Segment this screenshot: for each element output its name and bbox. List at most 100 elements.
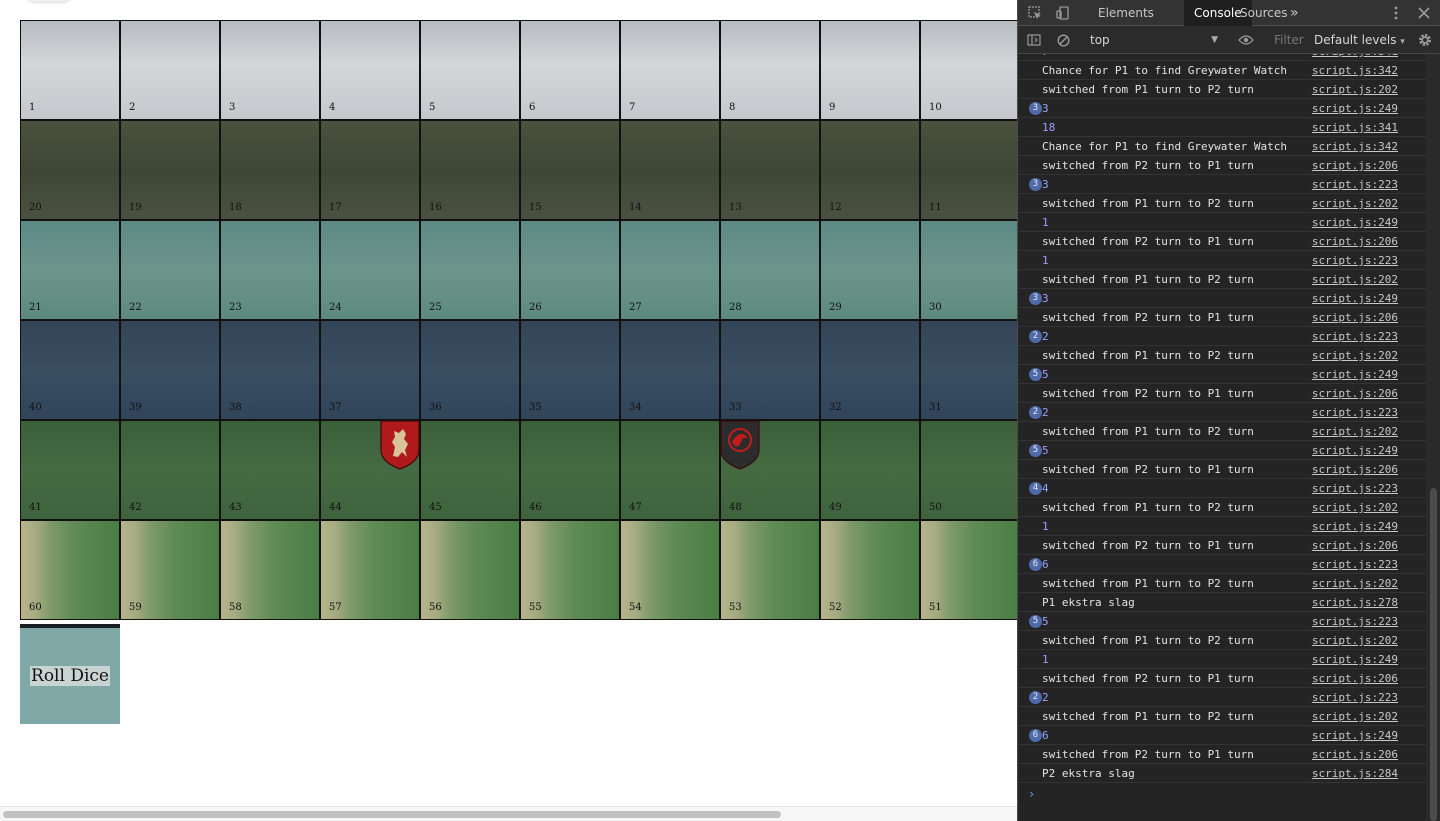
console-scrollbar-thumb[interactable] xyxy=(1430,488,1437,821)
source-link[interactable]: script.js:206 xyxy=(1312,384,1398,403)
source-link[interactable]: script.js:206 xyxy=(1312,536,1398,555)
devtools-tab-bar: Elements Console Sources » xyxy=(1018,0,1440,26)
source-link[interactable]: script.js:249 xyxy=(1312,213,1398,232)
cell-number: 25 xyxy=(429,302,442,313)
source-link[interactable]: script.js:202 xyxy=(1312,346,1398,365)
cell-number: 26 xyxy=(529,302,542,313)
source-link[interactable]: script.js:202 xyxy=(1312,422,1398,441)
source-link[interactable]: script.js:223 xyxy=(1312,327,1398,346)
source-link[interactable]: script.js:202 xyxy=(1312,80,1398,99)
console-message: switched from P1 turn to P2 turn xyxy=(1042,710,1254,723)
context-select[interactable]: top ▼ xyxy=(1084,31,1220,49)
source-link[interactable]: script.js:223 xyxy=(1312,612,1398,631)
console-message: 1 xyxy=(1042,254,1049,267)
console-vertical-scrollbar[interactable] xyxy=(1426,54,1440,821)
gear-icon[interactable] xyxy=(1416,28,1434,52)
board-cell: 27 xyxy=(620,220,720,320)
horizontal-scrollbar-thumb[interactable] xyxy=(3,811,781,818)
board-cell: 36 xyxy=(420,320,520,420)
source-link[interactable]: script.js:202 xyxy=(1312,631,1398,650)
horizontal-scrollbar[interactable] xyxy=(0,806,1017,821)
board-cell: 18 xyxy=(220,120,320,220)
source-link[interactable]: script.js:249 xyxy=(1312,726,1398,745)
cell-number: 48 xyxy=(729,502,742,513)
source-link[interactable]: script.js:249 xyxy=(1312,517,1398,536)
source-link[interactable]: script.js:284 xyxy=(1312,764,1398,783)
board-cell: 35 xyxy=(520,320,620,420)
source-link[interactable]: script.js:223 xyxy=(1312,403,1398,422)
roll-dice-button[interactable]: Roll Dice xyxy=(20,624,120,724)
chevron-down-icon: ▾ xyxy=(1400,37,1405,47)
source-link[interactable]: script.js:341 xyxy=(1312,54,1398,61)
console-log-row: 1 script.js:249 xyxy=(1018,213,1426,232)
source-link[interactable]: script.js:249 xyxy=(1312,289,1398,308)
clear-console-icon[interactable] xyxy=(1053,28,1073,52)
source-link[interactable]: script.js:202 xyxy=(1312,194,1398,213)
source-link[interactable]: script.js:202 xyxy=(1312,498,1398,517)
board-cell: 13 xyxy=(720,120,820,220)
source-link[interactable]: script.js:223 xyxy=(1312,479,1398,498)
source-link[interactable]: script.js:341 xyxy=(1312,118,1398,137)
board-cell: 8 xyxy=(720,20,820,120)
cell-number: 29 xyxy=(829,302,842,313)
console-message: Chance for P1 to find Greywater Watch xyxy=(1042,140,1288,153)
more-tabs-icon[interactable]: » xyxy=(1280,0,1309,26)
source-link[interactable]: script.js:202 xyxy=(1312,574,1398,593)
source-link[interactable]: script.js:249 xyxy=(1312,365,1398,384)
p1-lion-shield-icon xyxy=(380,420,420,470)
cell-number: 44 xyxy=(329,502,342,513)
board-cell: 10 xyxy=(920,20,1017,120)
source-link[interactable]: script.js:223 xyxy=(1312,251,1398,270)
source-link[interactable]: script.js:342 xyxy=(1312,61,1398,80)
close-icon[interactable] xyxy=(1415,0,1433,26)
console-log-row: 2 2 script.js:223 xyxy=(1018,403,1426,422)
console-message: switched from P2 turn to P1 turn xyxy=(1042,235,1254,248)
console-message: P2 ekstra slag xyxy=(1042,767,1135,780)
source-link[interactable]: script.js:206 xyxy=(1312,669,1398,688)
board-cell: 58 xyxy=(220,520,320,620)
source-link[interactable]: script.js:206 xyxy=(1312,232,1398,251)
device-toolbar-icon[interactable] xyxy=(1052,0,1074,26)
source-link[interactable]: script.js:249 xyxy=(1312,99,1398,118)
source-link[interactable]: script.js:206 xyxy=(1312,460,1398,479)
console-log-row: switched from P1 turn to P2 turn script.j… xyxy=(1018,346,1426,365)
board-cell: 2 xyxy=(120,20,220,120)
board-cell: 28 xyxy=(720,220,820,320)
console-log-row: switched from P2 turn to P1 turn script.j… xyxy=(1018,232,1426,251)
console-log-row: Chance for P1 to find Greywater Watch scr… xyxy=(1018,61,1426,80)
board-cell: 40 xyxy=(20,320,120,420)
source-link[interactable]: script.js:223 xyxy=(1312,175,1398,194)
repeat-count-badge: 3 xyxy=(1029,292,1042,305)
cell-number: 59 xyxy=(129,602,142,613)
cell-number: 43 xyxy=(229,502,242,513)
source-link[interactable]: script.js:206 xyxy=(1312,156,1398,175)
source-link[interactable]: script.js:206 xyxy=(1312,308,1398,327)
eye-icon[interactable] xyxy=(1236,28,1256,52)
tab-elements[interactable]: Elements xyxy=(1088,0,1164,26)
cell-number: 4 xyxy=(329,102,336,113)
source-link[interactable]: script.js:278 xyxy=(1312,593,1398,612)
board-cell: 17 xyxy=(320,120,420,220)
source-link[interactable]: script.js:202 xyxy=(1312,707,1398,726)
source-link[interactable]: script.js:223 xyxy=(1312,555,1398,574)
source-link[interactable]: script.js:249 xyxy=(1312,441,1398,460)
console-message: switched from P2 turn to P1 turn xyxy=(1042,539,1254,552)
inspect-element-icon[interactable] xyxy=(1024,0,1046,26)
console-message: switched from P1 turn to P2 turn xyxy=(1042,634,1254,647)
cell-number: 2 xyxy=(129,102,136,113)
log-levels-dropdown[interactable]: Default levels ▾ xyxy=(1314,31,1405,49)
cell-number: 47 xyxy=(629,502,642,513)
kebab-menu-icon[interactable] xyxy=(1388,0,1404,26)
sidebar-toggle-icon[interactable] xyxy=(1024,28,1044,52)
console-log-row: 7 script.js:341 xyxy=(1018,54,1426,61)
source-link[interactable]: script.js:223 xyxy=(1312,688,1398,707)
console-message: 5 xyxy=(1042,444,1049,457)
console-prompt-icon[interactable]: › xyxy=(1028,787,1035,801)
console-message: switched from P2 turn to P1 turn xyxy=(1042,387,1254,400)
source-link[interactable]: script.js:249 xyxy=(1312,650,1398,669)
source-link[interactable]: script.js:342 xyxy=(1312,137,1398,156)
source-link[interactable]: script.js:202 xyxy=(1312,270,1398,289)
source-link[interactable]: script.js:206 xyxy=(1312,745,1398,764)
console-log-row: 5 5 script.js:223 xyxy=(1018,612,1426,631)
cell-number: 51 xyxy=(929,602,942,613)
